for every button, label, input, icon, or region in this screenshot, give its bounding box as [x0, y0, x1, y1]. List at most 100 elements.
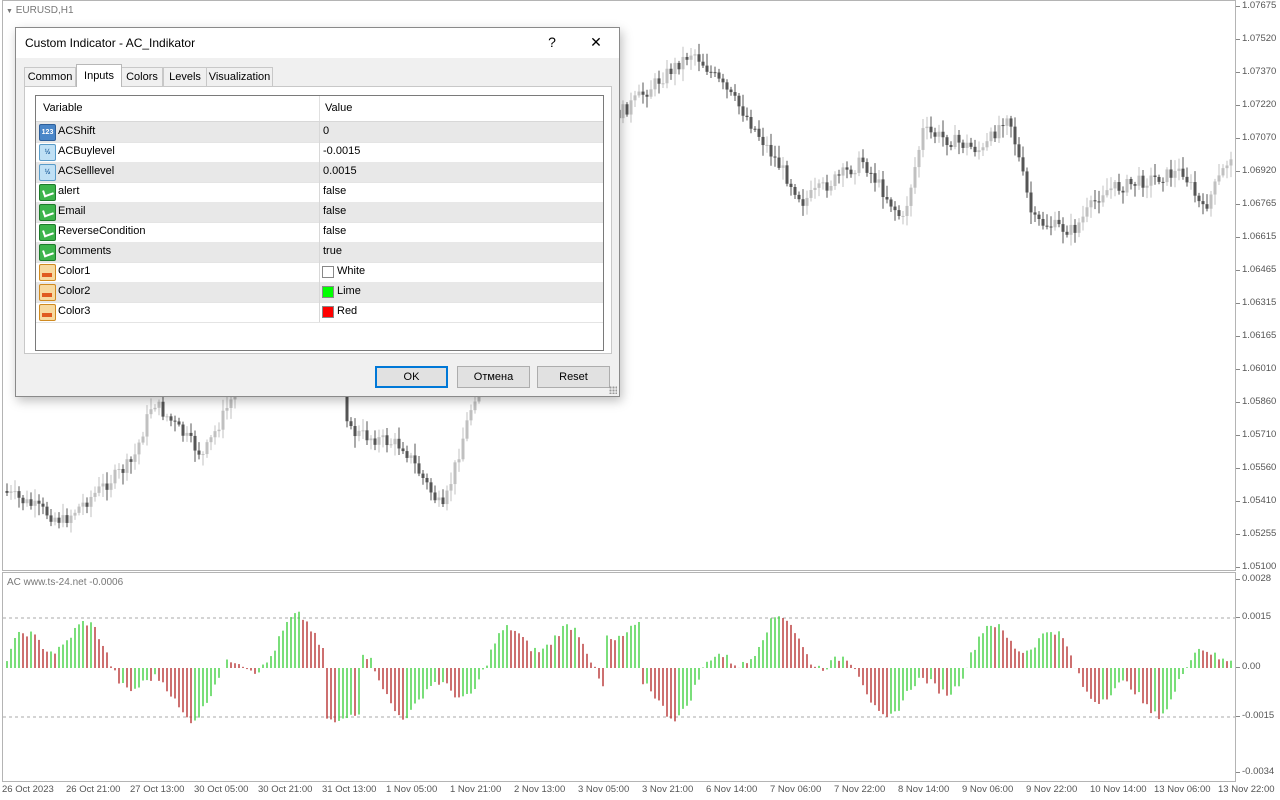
variable-value[interactable]: false [323, 225, 346, 237]
reset-button[interactable]: Reset [537, 366, 610, 388]
column-header-variable[interactable]: Variable [43, 102, 83, 114]
color-swatch[interactable] [322, 286, 334, 298]
candle-body [949, 145, 953, 147]
candle-body [881, 179, 885, 198]
candle-body [417, 463, 421, 474]
resize-grip-icon[interactable] [609, 386, 617, 394]
variable-value[interactable]: Lime [337, 285, 361, 297]
table-row[interactable]: ReverseCondition false [36, 222, 603, 243]
table-row[interactable]: ½ ACBuylevel -0.0015 [36, 142, 603, 163]
bool-type-icon [39, 244, 56, 261]
help-button[interactable]: ? [530, 28, 574, 58]
candle-body [1065, 231, 1069, 235]
candle-body [893, 206, 897, 211]
tab-colors[interactable]: Colors [121, 67, 163, 86]
ac-oscillator-panel[interactable]: AC www.ts-24.net -0.0006 [2, 572, 1236, 782]
axis-tick [1236, 336, 1240, 337]
table-row[interactable]: Comments true [36, 242, 603, 263]
variable-value[interactable]: Red [337, 305, 357, 317]
tab-levels[interactable]: Levels [163, 67, 207, 86]
variable-name: ReverseCondition [58, 225, 146, 237]
candle-body [1073, 224, 1077, 233]
candle-body [837, 174, 841, 176]
cancel-button[interactable]: Отмена [457, 366, 530, 388]
price-label: 1.07520 [1242, 33, 1277, 44]
candle-body [9, 491, 13, 493]
candle-body [725, 82, 729, 90]
variable-value[interactable]: -0.0015 [323, 145, 360, 157]
table-row[interactable]: 123 ACShift 0 [36, 122, 603, 143]
time-label: 1 Nov 05:00 [386, 784, 438, 795]
tab-common[interactable]: Common [24, 67, 76, 86]
candle-body [993, 131, 997, 139]
table-row[interactable]: Color1 White [36, 262, 603, 283]
candle-body [1113, 182, 1117, 189]
candle-body [649, 89, 653, 97]
candle-body [681, 56, 685, 70]
variable-value[interactable]: false [323, 185, 346, 197]
tab-visualization[interactable]: Visualization [206, 67, 273, 86]
candle-body [945, 137, 949, 146]
column-divider [319, 302, 320, 322]
variable-value[interactable]: 0.0015 [323, 165, 357, 177]
dialog-titlebar[interactable]: Custom Indicator - AC_Indikator ? ✕ [16, 28, 619, 58]
candle-body [1085, 207, 1089, 217]
ok-button[interactable]: OK [375, 366, 448, 388]
axis-tick [1236, 204, 1240, 205]
candle-body [1229, 159, 1233, 166]
candle-body [1125, 178, 1129, 193]
column-header-value[interactable]: Value [325, 102, 352, 114]
table-row[interactable]: alert false [36, 182, 603, 203]
time-label: 3 Nov 21:00 [642, 784, 694, 795]
dropdown-triangle-icon[interactable]: ▼ [6, 8, 13, 15]
candle-body [97, 486, 101, 493]
candle-body [229, 399, 233, 408]
variable-value[interactable]: White [337, 265, 365, 277]
candle-body [709, 71, 713, 73]
variable-value[interactable]: true [323, 245, 342, 257]
candle-body [1029, 192, 1033, 213]
candle-body [217, 429, 221, 432]
candle-body [41, 503, 45, 507]
price-label: 1.06315 [1242, 297, 1277, 308]
candle-body [805, 197, 809, 206]
candle-body [1057, 219, 1061, 225]
candle-body [1105, 190, 1109, 196]
price-label: 1.06010 [1242, 363, 1277, 374]
candle-body [1061, 224, 1065, 232]
candle-body [1205, 204, 1209, 209]
candle-body [973, 146, 977, 153]
axis-tick [1236, 303, 1240, 304]
variable-value[interactable]: false [323, 205, 346, 217]
candle-body [641, 91, 645, 95]
column-divider [319, 262, 320, 282]
price-label: 1.06765 [1242, 198, 1277, 209]
candle-body [405, 451, 409, 458]
axis-tick [1236, 567, 1240, 568]
candle-body [17, 491, 21, 498]
tab-inputs[interactable]: Inputs [76, 64, 122, 87]
table-row[interactable]: ½ ACSelllevel 0.0015 [36, 162, 603, 183]
int-type-icon: 123 [39, 124, 56, 141]
candle-body [461, 438, 465, 460]
color-swatch[interactable] [322, 306, 334, 318]
variable-name: ACShift [58, 125, 96, 137]
color-swatch[interactable] [322, 266, 334, 278]
candle-body [697, 54, 701, 62]
table-row[interactable]: Color2 Lime [36, 282, 603, 303]
color-type-icon [39, 304, 56, 321]
table-row[interactable]: Email false [36, 202, 603, 223]
candle-body [29, 499, 33, 506]
candle-body [857, 157, 861, 173]
bool-type-icon [39, 184, 56, 201]
close-button[interactable]: ✕ [574, 28, 618, 58]
table-row[interactable]: Color3 Red [36, 302, 603, 323]
candle-body [749, 117, 753, 129]
candle-body [889, 199, 893, 207]
variable-name: alert [58, 185, 80, 197]
column-divider [319, 162, 320, 182]
variable-value[interactable]: 0 [323, 125, 329, 137]
candle-body [37, 500, 41, 504]
candle-body [1097, 201, 1101, 203]
candle-body [861, 157, 865, 163]
